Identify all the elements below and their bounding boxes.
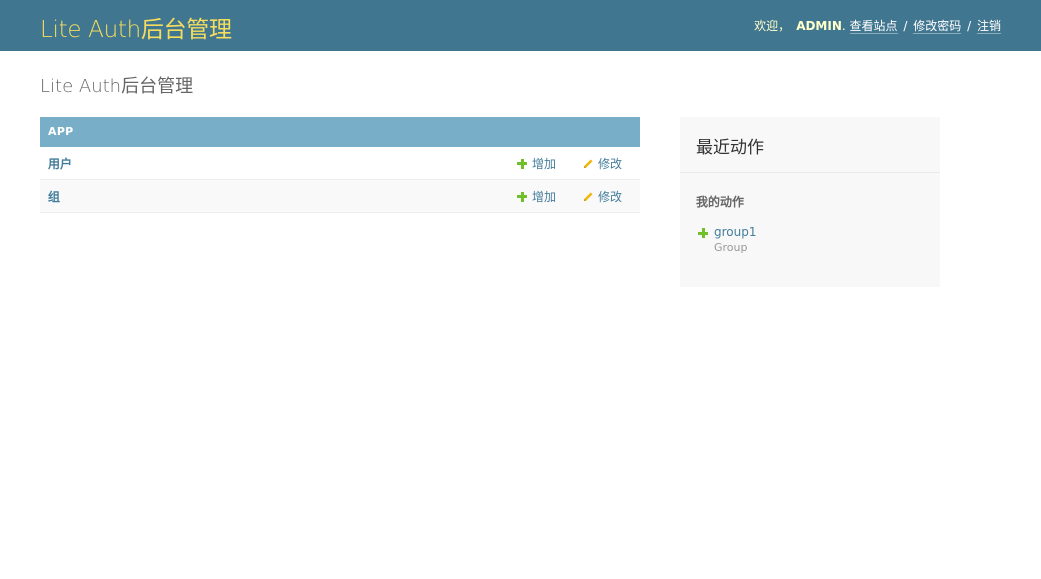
logout-link[interactable]: 注销 bbox=[976, 19, 1001, 34]
header-bar: Lite Auth后台管理 欢迎， ADMIN. 查看站点 / 修改密码 / 注销 bbox=[0, 0, 1041, 51]
recent-actions-panel: 最近动作 我的动作 group1 Group bbox=[680, 117, 940, 287]
plus-icon bbox=[698, 228, 708, 238]
add-users-button[interactable]: 增加 bbox=[517, 155, 556, 172]
recent-action-type: Group bbox=[714, 241, 748, 254]
add-label: 增加 bbox=[532, 190, 557, 204]
site-branding[interactable]: Lite Auth后台管理 bbox=[40, 10, 232, 44]
plus-icon bbox=[517, 158, 527, 169]
change-users-button[interactable]: 修改 bbox=[583, 155, 622, 172]
recent-action-link[interactable]: group1 bbox=[714, 225, 757, 239]
separator: / bbox=[903, 19, 908, 33]
welcome-text: 欢迎， bbox=[754, 19, 791, 33]
change-label: 修改 bbox=[598, 157, 623, 171]
pencil-icon bbox=[583, 192, 593, 202]
add-groups-button[interactable]: 增加 bbox=[517, 188, 556, 205]
user-tools: 欢迎， ADMIN. 查看站点 / 修改密码 / 注销 bbox=[754, 17, 1001, 34]
separator: / bbox=[967, 19, 972, 33]
model-row-users: 用户 增加 修改 bbox=[40, 147, 640, 180]
app-module: APP 用户 增加 修改 组 增加 修改 bbox=[40, 117, 640, 213]
module-caption-app[interactable]: APP bbox=[40, 117, 640, 147]
user-name: ADMIN bbox=[796, 19, 842, 33]
page-title: Lite Auth后台管理 bbox=[40, 76, 194, 97]
model-link-groups[interactable]: 组 bbox=[48, 188, 60, 205]
pencil-icon bbox=[583, 159, 593, 169]
recent-actions-title: 最近动作 bbox=[680, 117, 940, 173]
user-name-period: . bbox=[841, 19, 846, 33]
plus-icon bbox=[517, 191, 527, 202]
change-groups-button[interactable]: 修改 bbox=[583, 188, 622, 205]
view-site-link[interactable]: 查看站点 bbox=[849, 19, 898, 34]
my-actions-heading: 我的动作 bbox=[696, 195, 745, 209]
change-password-link[interactable]: 修改密码 bbox=[913, 19, 962, 34]
add-label: 增加 bbox=[532, 157, 557, 171]
change-label: 修改 bbox=[598, 190, 623, 204]
model-link-users[interactable]: 用户 bbox=[48, 155, 72, 172]
model-row-groups: 组 增加 修改 bbox=[40, 180, 640, 213]
